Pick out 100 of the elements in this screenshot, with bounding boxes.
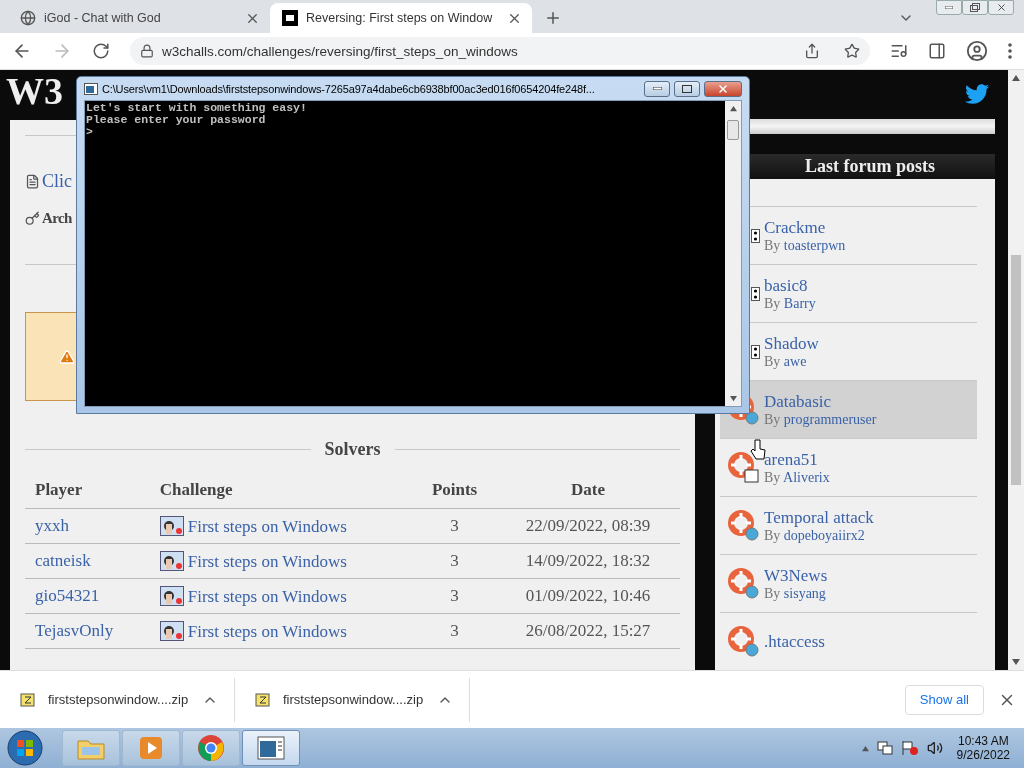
post-author: By programmeruser <box>764 411 877 428</box>
browser-tab[interactable]: Reversing: First steps on Window <box>270 3 532 33</box>
post-title-link[interactable]: Shadow <box>764 333 819 354</box>
post-title-link[interactable]: Crackme <box>764 217 846 238</box>
minimize-icon <box>652 87 662 90</box>
forum-post[interactable]: Temporal attack By dopeboyaiirx2 <box>720 496 977 554</box>
points-cell: 3 <box>413 543 497 579</box>
share-icon[interactable] <box>804 43 820 59</box>
challenge-icon <box>159 515 184 536</box>
challenge-link[interactable]: First steps on Windows <box>187 551 347 571</box>
player-link[interactable]: yxxh <box>35 516 69 535</box>
maximize-button[interactable] <box>674 80 700 97</box>
scrollbar[interactable] <box>1008 70 1024 670</box>
console-line: Please enter your password <box>86 114 267 126</box>
file-icon <box>25 173 40 189</box>
minimize-button[interactable] <box>644 80 670 97</box>
post-author: By Aliverix <box>764 469 830 486</box>
close-button[interactable] <box>988 0 1014 15</box>
maximize-icon <box>682 84 692 93</box>
scroll-up-icon[interactable] <box>1012 74 1020 82</box>
player-link[interactable]: catneisk <box>35 551 91 570</box>
download-item[interactable]: firststepsonwindow....zip <box>235 677 470 722</box>
scroll-up-icon[interactable] <box>729 105 737 112</box>
dice-icon <box>751 228 760 243</box>
address-bar[interactable]: w3challs.com/challenges/reversing/first_steps_on_windows <box>130 37 870 65</box>
sidebar-link[interactable]: Arch <box>42 209 72 227</box>
column-header: Points <box>413 480 497 509</box>
player-link[interactable]: TejasvOnly <box>35 621 114 640</box>
post-title-link[interactable]: W3News <box>764 565 828 586</box>
post-title-link[interactable]: Temporal attack <box>764 507 874 528</box>
challenge-icon <box>159 585 184 606</box>
hand-cursor-icon <box>750 438 766 462</box>
start-button[interactable] <box>6 729 44 767</box>
close-icon <box>717 82 729 95</box>
restore-icon <box>970 3 980 12</box>
close-icon <box>995 2 1007 13</box>
taskbar-app-button[interactable] <box>182 730 240 766</box>
forum-post[interactable]: Databasic By programmeruser <box>720 380 977 438</box>
browser-tab[interactable]: iGod - Chat with God <box>8 3 270 33</box>
scroll-down-icon[interactable] <box>729 395 737 402</box>
post-author: By toasterpwn <box>764 237 846 254</box>
warning-icon <box>59 348 75 365</box>
post-title-link[interactable]: basic8 <box>764 275 816 296</box>
tray-expand-icon[interactable] <box>861 744 869 752</box>
zip-file-icon <box>255 691 271 708</box>
post-title-link[interactable]: Databasic <box>764 391 877 412</box>
post-author: By awe <box>764 353 808 370</box>
post-title-link[interactable]: .htaccess <box>764 631 825 652</box>
forum-post[interactable]: W3News By sisyang <box>720 554 977 612</box>
reload-button[interactable] <box>92 42 110 60</box>
user-icon <box>966 40 988 62</box>
twitter-icon[interactable] <box>965 82 989 106</box>
volume-icon[interactable] <box>926 740 943 756</box>
restore-button[interactable] <box>962 0 988 15</box>
dice-icon <box>751 286 760 301</box>
challenge-icon <box>159 620 184 641</box>
flag-icon[interactable] <box>900 740 919 756</box>
plus-icon <box>544 9 562 27</box>
bookmark-star-icon[interactable] <box>844 43 860 59</box>
new-tab-button[interactable] <box>544 9 562 27</box>
date-cell: 22/09/2022, 08:39 <box>496 508 680 544</box>
post-title-link[interactable]: arena51 <box>764 449 830 470</box>
column-header: Date <box>496 480 680 509</box>
network-icon[interactable] <box>876 740 893 756</box>
challenge-link[interactable]: First steps on Windows <box>187 516 347 536</box>
side-panel-button[interactable] <box>928 42 946 60</box>
points-cell: 3 <box>413 613 497 649</box>
scroll-thumb[interactable] <box>727 120 739 140</box>
dice-icon <box>751 344 760 359</box>
points-cell: 3 <box>413 578 497 614</box>
console-line: > <box>86 126 94 138</box>
menu-button[interactable] <box>1008 43 1012 59</box>
chrome-icon <box>197 734 225 762</box>
profile-button[interactable] <box>966 40 988 62</box>
site-logo[interactable]: W3 <box>6 70 63 112</box>
key-icon <box>25 210 40 226</box>
post-author: By sisyang <box>764 585 827 602</box>
console-scrollbar[interactable] <box>725 101 741 406</box>
minimize-icon <box>945 6 953 9</box>
challenge-link[interactable]: First steps on Windows <box>187 621 347 641</box>
lock-icon <box>140 44 154 58</box>
taskbar-app-button[interactable] <box>242 730 300 766</box>
scroll-thumb[interactable] <box>1011 255 1021 485</box>
lifebuoy-icon <box>728 451 760 484</box>
media-control-button[interactable] <box>890 42 908 60</box>
site-logo-icon <box>282 10 298 26</box>
post-author: By dopeboyaiirx2 <box>764 527 866 544</box>
column-header: Challenge <box>149 480 413 509</box>
globe-icon <box>20 10 36 26</box>
close-button[interactable] <box>704 80 742 97</box>
challenge-link[interactable]: First steps on Windows <box>187 586 347 606</box>
show-all-button[interactable]: Show all <box>904 684 984 715</box>
sidebar-link[interactable]: Clic <box>42 170 72 192</box>
player-link[interactable]: gio54321 <box>35 586 100 605</box>
scroll-down-icon[interactable] <box>1012 658 1020 666</box>
console-dialog[interactable]: C:\Users\vm1\Downloads\firststepsonwindows-7265a97a4dabe6cb6938bf00ac3ed016f0654204fe248f... Let's start with something easy! Please enter your password > <box>76 76 750 414</box>
download-item[interactable]: firststepsonwindow....zip <box>0 677 235 722</box>
date-cell: 26/08/2022, 15:27 <box>496 613 680 649</box>
section-title: Solvers <box>324 439 381 460</box>
clock[interactable]: 10:43 AM 9/26/2022 <box>956 734 1010 762</box>
